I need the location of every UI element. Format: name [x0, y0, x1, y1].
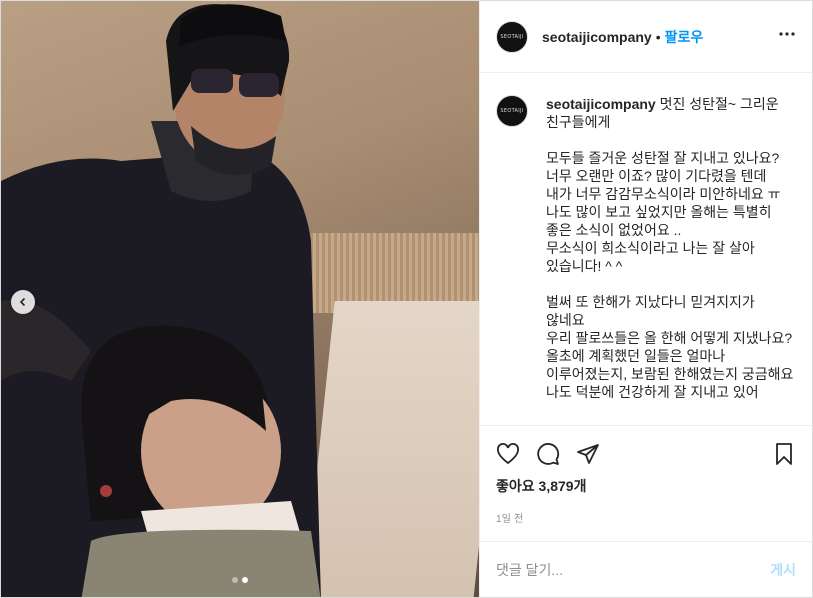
caption-text: 멋진 성탄절~ 그리운 친구들에게 모두들 즐거운 성탄절 잘 지내고 있나요?… [546, 96, 794, 400]
follow-button[interactable]: 팔로우 [665, 27, 704, 47]
post-photo[interactable] [1, 1, 479, 597]
comment-form: 게시 [480, 541, 812, 597]
photo-table [303, 301, 479, 597]
carousel-dot-active [242, 577, 248, 583]
avatar-text: SEOTAIJI [500, 33, 524, 40]
caption-avatar[interactable]: SEOTAIJI [496, 95, 528, 127]
username-link[interactable]: seotaijicompany [542, 29, 652, 45]
more-icon[interactable] [778, 25, 796, 48]
likes-count[interactable]: 좋아요 3,879개 [496, 476, 796, 496]
post-dialog: SEOTAIJI seotaijicompany • 팔로우 SEOTAIJI … [0, 0, 813, 598]
carousel-dot [232, 577, 238, 583]
heart-icon[interactable] [496, 442, 520, 466]
action-bar: 좋아요 3,879개 1일 전 [480, 425, 812, 525]
post-caption: seotaijicompany 멋진 성탄절~ 그리운 친구들에게 모두들 즐거… [546, 95, 796, 425]
bookmark-icon[interactable] [772, 442, 796, 466]
comment-input[interactable] [496, 561, 771, 578]
post-comment-button[interactable]: 게시 [770, 560, 796, 580]
separator: • [655, 28, 661, 45]
share-icon[interactable] [576, 442, 600, 466]
photo-child-figure [81, 325, 321, 597]
carousel-indicator [1, 577, 479, 583]
carousel-prev-button[interactable] [11, 290, 35, 314]
post-timestamp[interactable]: 1일 전 [496, 510, 796, 525]
post-sidebar: SEOTAIJI seotaijicompany • 팔로우 SEOTAIJI … [479, 1, 812, 597]
comment-icon[interactable] [536, 442, 560, 466]
action-icons [496, 434, 796, 474]
avatar-text: SEOTAIJI [500, 108, 524, 114]
caption-username[interactable]: seotaijicompany [546, 96, 656, 112]
chevron-left-icon [19, 297, 26, 307]
avatar[interactable]: SEOTAIJI [496, 20, 528, 53]
comments-area: SEOTAIJI seotaijicompany 멋진 성탄절~ 그리운 친구들… [480, 73, 812, 425]
post-header: SEOTAIJI seotaijicompany • 팔로우 [480, 1, 812, 73]
